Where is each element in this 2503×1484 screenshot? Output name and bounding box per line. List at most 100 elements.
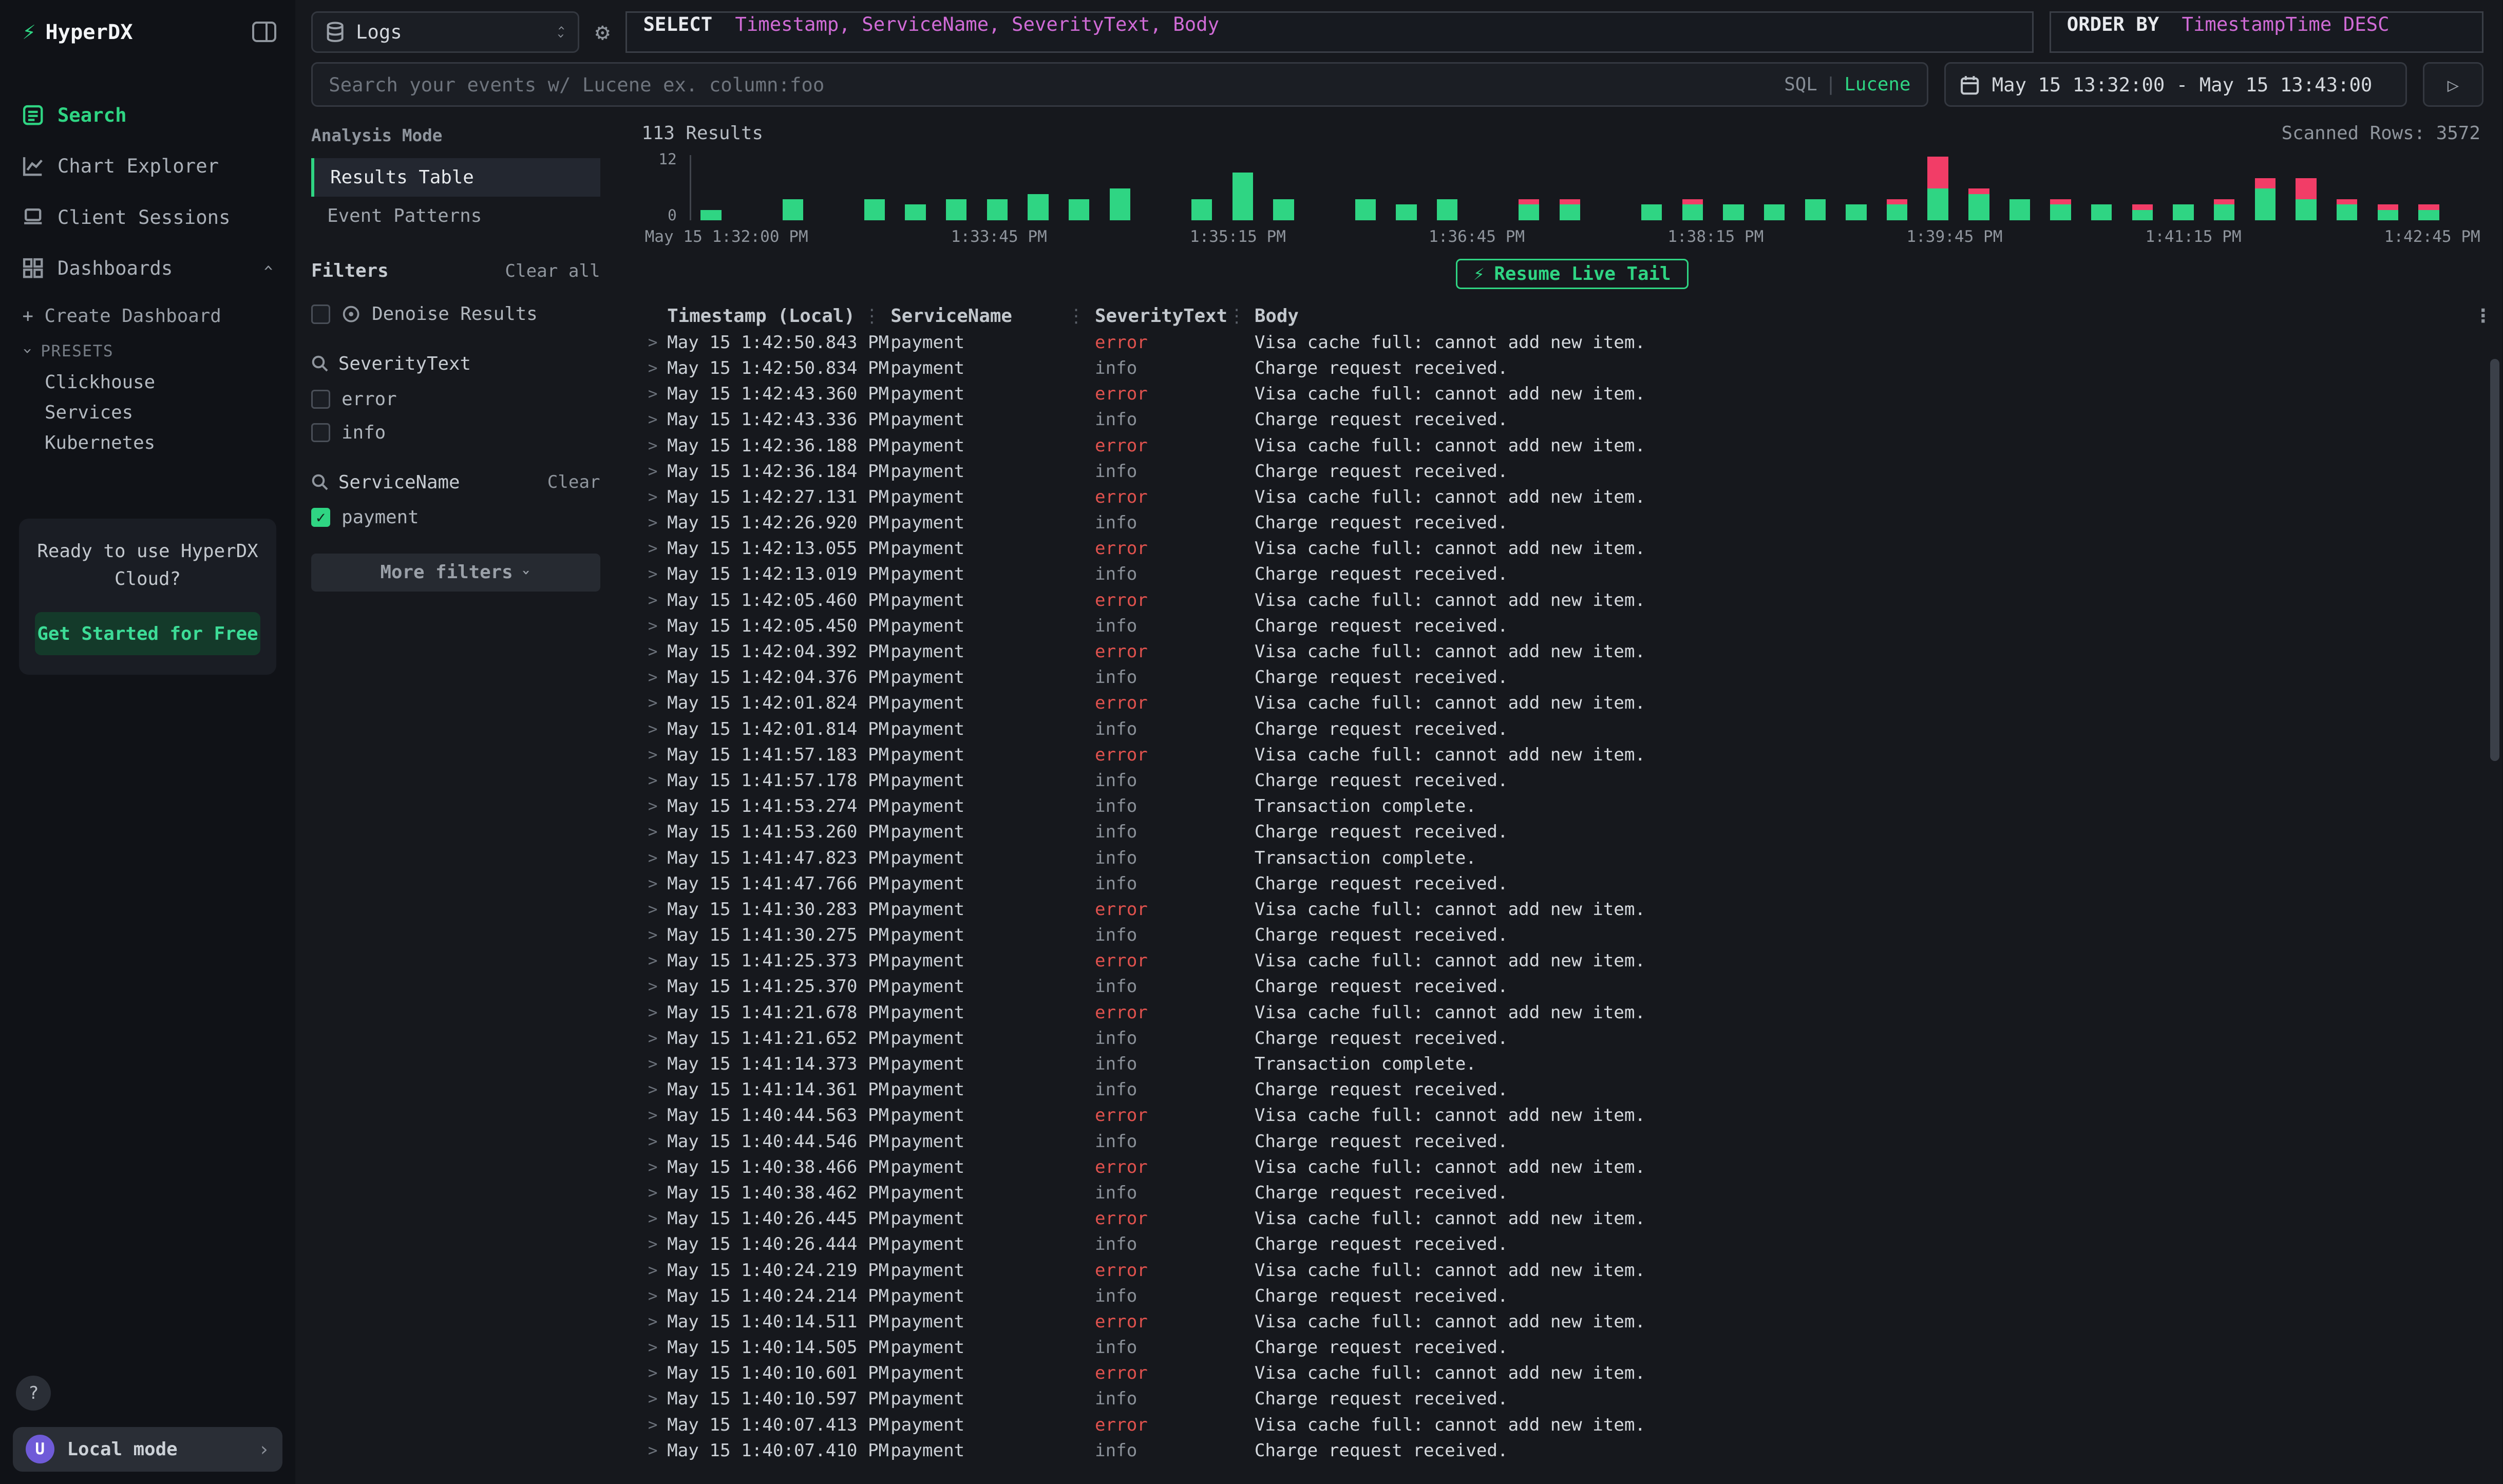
row-expand-icon[interactable]: > (641, 539, 667, 558)
histogram-bar[interactable] (1968, 188, 1989, 220)
row-expand-icon[interactable]: > (641, 952, 667, 970)
table-row[interactable]: >May 15 1:41:57.183 PMpaymenterrorVisa c… (641, 742, 2502, 768)
preset-item-services[interactable]: Services (23, 397, 273, 428)
histogram-bar[interactable] (2337, 199, 2357, 220)
table-row[interactable]: >May 15 1:40:14.505 PMpaymentinfoCharge … (641, 1335, 2502, 1360)
table-row[interactable]: >May 15 1:42:27.131 PMpaymenterrorVisa c… (641, 484, 2502, 510)
preset-item-clickhouse[interactable]: Clickhouse (23, 367, 273, 397)
info-checkbox[interactable] (311, 423, 330, 442)
column-header-servicename[interactable]: ServiceName⋮ (890, 302, 1095, 329)
table-row[interactable]: >May 15 1:40:24.219 PMpaymenterrorVisa c… (641, 1257, 2502, 1283)
row-expand-icon[interactable]: > (641, 1106, 667, 1125)
row-expand-icon[interactable]: > (641, 900, 667, 919)
row-expand-icon[interactable]: > (641, 513, 667, 532)
chevron-up-icon[interactable]: › (257, 263, 278, 274)
mode-event-patterns[interactable]: Event Patterns (311, 197, 600, 235)
row-expand-icon[interactable]: > (641, 565, 667, 583)
histogram-bar[interactable] (1519, 199, 1539, 220)
histogram-bar[interactable] (2050, 199, 2071, 220)
mode-results-table[interactable]: Results Table (311, 158, 600, 197)
table-row[interactable]: >May 15 1:42:50.834 PMpaymentinfoCharge … (641, 355, 2502, 381)
table-row[interactable]: >May 15 1:42:43.360 PMpaymenterrorVisa c… (641, 381, 2502, 407)
row-expand-icon[interactable]: > (641, 385, 667, 403)
preset-item-kubernetes[interactable]: Kubernetes (23, 428, 273, 458)
row-expand-icon[interactable]: > (641, 1055, 667, 1073)
row-expand-icon[interactable]: > (641, 617, 667, 635)
mode-sql-button[interactable]: SQL (1784, 74, 1817, 95)
histogram-bar[interactable] (987, 199, 1008, 220)
table-row[interactable]: >May 15 1:41:53.260 PMpaymentinfoCharge … (641, 819, 2502, 845)
histogram-bar[interactable] (2132, 204, 2153, 220)
histogram-bar[interactable] (1069, 199, 1089, 220)
scrollbar-thumb[interactable] (2490, 359, 2500, 761)
row-expand-icon[interactable]: > (641, 1261, 667, 1280)
histogram-bar[interactable] (864, 199, 885, 220)
row-expand-icon[interactable]: > (641, 462, 667, 481)
gear-icon[interactable]: ⚙ (595, 18, 610, 46)
table-row[interactable]: >May 15 1:41:30.275 PMpaymentinfoCharge … (641, 922, 2502, 948)
order-by-input[interactable]: ORDER BY TimestampTime DESC (2050, 11, 2483, 53)
row-expand-icon[interactable]: > (641, 1184, 667, 1202)
clear-servicename-button[interactable]: Clear (547, 472, 600, 492)
histogram-bar[interactable] (700, 210, 721, 221)
histogram-bar[interactable] (2255, 178, 2276, 221)
row-expand-icon[interactable]: > (641, 720, 667, 738)
row-expand-icon[interactable]: > (641, 746, 667, 764)
table-row[interactable]: >May 15 1:42:36.184 PMpaymentinfoCharge … (641, 459, 2502, 484)
histogram-bar[interactable] (1764, 204, 1785, 220)
histogram-bar[interactable] (2378, 204, 2398, 220)
table-menu-icon[interactable]: ⋮ (2474, 302, 2502, 329)
row-expand-icon[interactable]: > (641, 410, 667, 429)
table-row[interactable]: >May 15 1:41:21.678 PMpaymenterrorVisa c… (641, 1000, 2502, 1025)
table-row[interactable]: >May 15 1:42:01.824 PMpaymenterrorVisa c… (641, 690, 2502, 716)
sidebar-item-search[interactable]: Search (0, 89, 295, 140)
column-resize-handle[interactable]: ⋮ (1227, 306, 1246, 327)
table-row[interactable]: >May 15 1:41:57.178 PMpaymentinfoCharge … (641, 768, 2502, 793)
row-expand-icon[interactable]: > (641, 926, 667, 944)
payment-checkbox[interactable]: ✓ (311, 508, 330, 527)
histogram-bar[interactable] (2418, 204, 2439, 220)
row-expand-icon[interactable]: > (641, 1390, 667, 1408)
resume-live-tail-button[interactable]: ⚡ Resume Live Tail (1456, 259, 1689, 289)
table-row[interactable]: >May 15 1:40:14.511 PMpaymenterrorVisa c… (641, 1309, 2502, 1335)
histogram-bar[interactable] (2091, 204, 2112, 220)
histogram-bar[interactable] (1232, 173, 1253, 220)
more-filters-button[interactable]: More filters › (311, 554, 600, 592)
table-row[interactable]: >May 15 1:40:26.444 PMpaymentinfoCharge … (641, 1231, 2502, 1257)
row-expand-icon[interactable]: > (641, 1158, 667, 1176)
create-dashboard-button[interactable]: + Create Dashboard (23, 297, 273, 335)
histogram-bar[interactable] (1560, 199, 1580, 220)
row-expand-icon[interactable]: > (641, 1235, 667, 1253)
column-resize-handle[interactable]: ⋮ (1067, 306, 1086, 327)
get-started-button[interactable]: Get Started for Free (35, 612, 260, 656)
row-expand-icon[interactable]: > (641, 1338, 667, 1357)
table-row[interactable]: >May 15 1:41:25.373 PMpaymenterrorVisa c… (641, 948, 2502, 974)
table-row[interactable]: >May 15 1:41:30.283 PMpaymenterrorVisa c… (641, 897, 2502, 922)
row-expand-icon[interactable]: > (641, 591, 667, 610)
row-expand-icon[interactable]: > (641, 1209, 667, 1228)
sql-select-input[interactable]: SELECT Timestamp, ServiceName, SeverityT… (625, 11, 2033, 53)
histogram-bar[interactable] (1028, 194, 1048, 221)
table-row[interactable]: >May 15 1:41:47.766 PMpaymentinfoCharge … (641, 871, 2502, 897)
row-expand-icon[interactable]: > (641, 797, 667, 815)
histogram-bar[interactable] (1191, 199, 1212, 220)
denoise-checkbox[interactable] (311, 305, 330, 324)
histogram-bar[interactable] (1273, 199, 1294, 220)
row-expand-icon[interactable]: > (641, 1441, 667, 1460)
row-expand-icon[interactable]: > (641, 1416, 667, 1434)
row-expand-icon[interactable]: > (641, 1029, 667, 1048)
error-checkbox[interactable] (311, 390, 330, 409)
histogram-bar[interactable] (946, 199, 966, 220)
column-resize-handle[interactable]: ⋮ (863, 306, 881, 327)
filter-option-error[interactable]: error (311, 383, 600, 416)
row-expand-icon[interactable]: > (641, 668, 667, 687)
table-row[interactable]: >May 15 1:40:26.445 PMpaymenterrorVisa c… (641, 1206, 2502, 1231)
mode-lucene-button[interactable]: Lucene (1844, 74, 1910, 95)
row-expand-icon[interactable]: > (641, 1312, 667, 1331)
run-query-button[interactable]: ▷ (2423, 62, 2483, 107)
table-row[interactable]: >May 15 1:42:01.814 PMpaymentinfoCharge … (641, 716, 2502, 742)
table-row[interactable]: >May 15 1:42:13.055 PMpaymenterrorVisa c… (641, 536, 2502, 561)
histogram-bar[interactable] (1110, 188, 1130, 220)
row-expand-icon[interactable]: > (641, 333, 667, 352)
table-row[interactable]: >May 15 1:40:24.214 PMpaymentinfoCharge … (641, 1283, 2502, 1309)
